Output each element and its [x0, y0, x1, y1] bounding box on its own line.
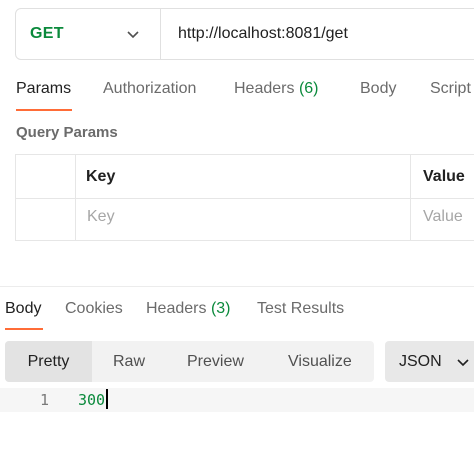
view-preview[interactable]: Preview — [187, 341, 244, 382]
method-label: GET — [30, 25, 64, 42]
tab-response-body[interactable]: Body — [5, 300, 41, 318]
tab-test-results[interactable]: Test Results — [257, 300, 344, 318]
format-label: JSON — [399, 352, 442, 370]
column-header-value: Value — [423, 168, 465, 185]
tab-headers[interactable]: Headers (6) — [234, 80, 319, 98]
view-raw[interactable]: Raw — [113, 341, 145, 382]
text-cursor — [106, 389, 108, 409]
column-header-key: Key — [86, 168, 116, 185]
tab-script[interactable]: Script — [430, 80, 471, 98]
key-input[interactable]: Key — [87, 208, 115, 226]
tab-body[interactable]: Body — [360, 80, 396, 98]
active-tab-indicator — [16, 109, 72, 111]
response-body-editor[interactable]: 1 300 — [0, 388, 474, 412]
row-divider — [16, 198, 474, 199]
panel-divider[interactable] — [0, 286, 474, 287]
chevron-down-icon — [457, 358, 469, 366]
chevron-down-icon — [127, 31, 139, 39]
tab-params[interactable]: Params — [16, 80, 71, 98]
tab-cookies[interactable]: Cookies — [65, 300, 123, 318]
view-visualize[interactable]: Visualize — [288, 341, 352, 382]
view-pretty[interactable]: Pretty — [5, 341, 92, 382]
tab-response-headers[interactable]: Headers (3) — [146, 300, 231, 318]
method-select[interactable]: GET — [16, 9, 161, 59]
code-line: 300 — [78, 391, 106, 409]
active-response-tab-indicator — [5, 328, 43, 330]
request-tabs: Params Authorization Headers (6) Body Sc… — [0, 80, 474, 112]
query-params-table: Key Value Key Value — [15, 154, 474, 241]
request-url-bar: GET http://localhost:8081/get — [15, 8, 474, 60]
view-mode-bar: Pretty Raw Preview Visualize — [5, 341, 374, 382]
query-params-title: Query Params — [16, 124, 118, 141]
line-number: 1 — [40, 391, 50, 409]
format-select[interactable]: JSON — [385, 341, 474, 382]
response-headers-count: (3) — [210, 300, 231, 317]
url-input[interactable]: http://localhost:8081/get — [161, 25, 348, 43]
headers-count: (6) — [298, 80, 319, 97]
tab-authorization[interactable]: Authorization — [103, 80, 196, 98]
value-input[interactable]: Value — [423, 208, 463, 226]
response-tabs: Body Cookies Headers (3) Test Results — [0, 300, 474, 332]
